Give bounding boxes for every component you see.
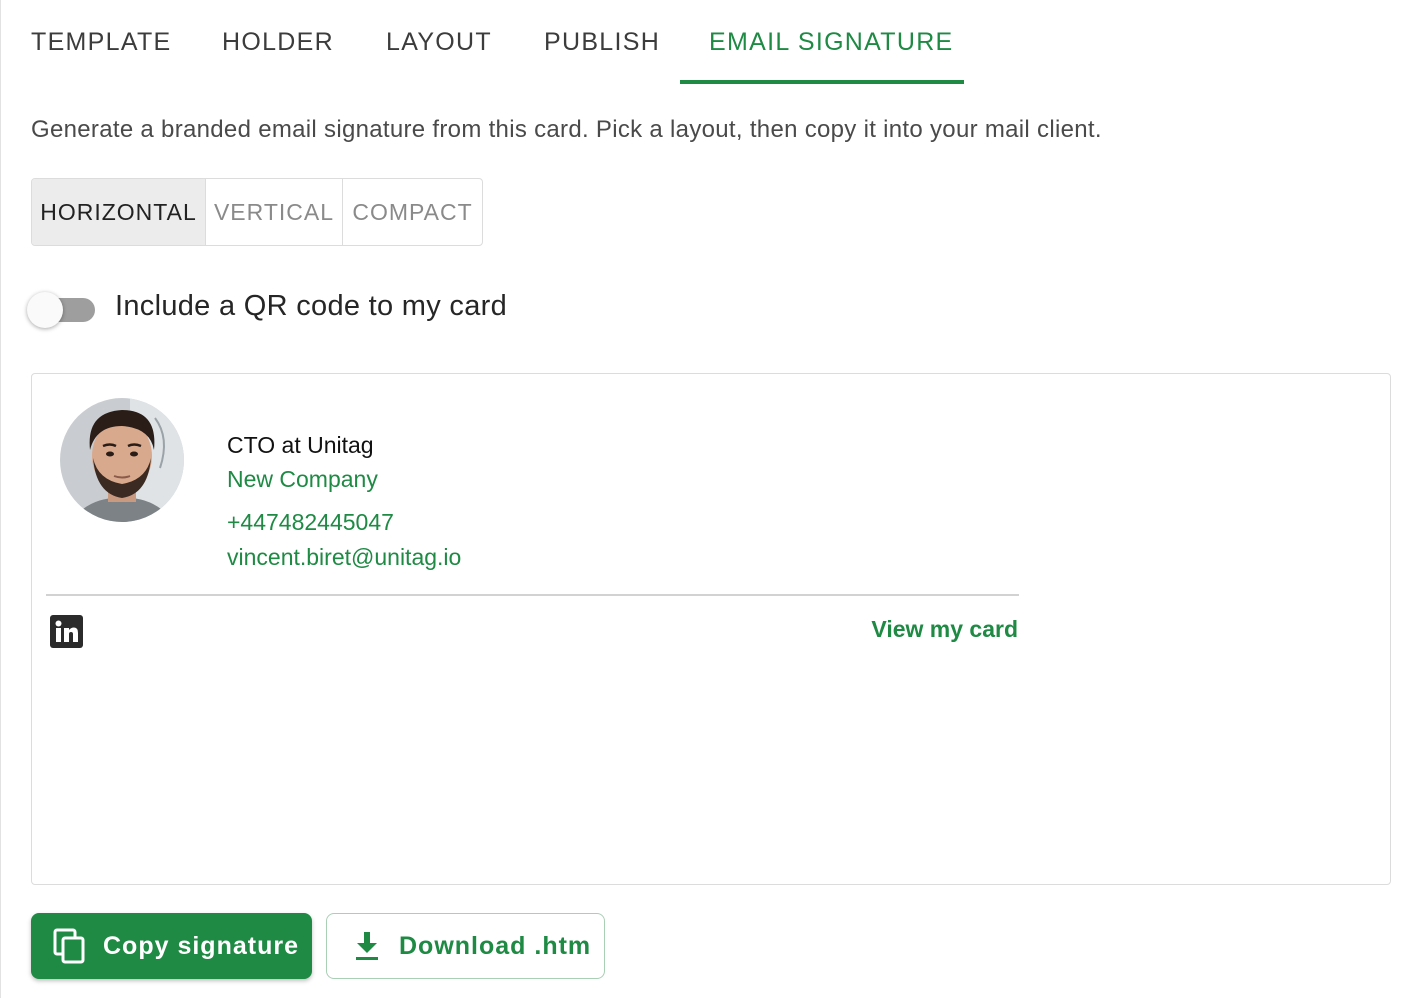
avatar <box>60 398 184 522</box>
toggle-thumb <box>27 292 63 328</box>
tab-template[interactable]: TEMPLATE <box>31 0 172 84</box>
layout-selector: HORIZONTAL VERTICAL COMPACT <box>31 178 483 246</box>
linkedin-icon[interactable] <box>50 615 83 648</box>
active-tab-indicator <box>680 80 964 84</box>
email-signature-panel: TEMPLATE HOLDER LAYOUT PUBLISH EMAIL SIG… <box>0 0 1416 998</box>
signature-preview: CTO at Unitag New Company +447482445047 … <box>31 373 1391 885</box>
copy-signature-button[interactable]: Copy signature <box>31 913 312 979</box>
layout-option-horizontal[interactable]: HORIZONTAL <box>32 179 206 245</box>
layout-option-compact[interactable]: COMPACT <box>343 179 482 245</box>
intro-text: Generate a branded email signature from … <box>31 116 1102 143</box>
layout-option-vertical[interactable]: VERTICAL <box>206 179 343 245</box>
signature-email-link[interactable]: vincent.biret@unitag.io <box>227 544 461 571</box>
view-my-card-link[interactable]: View my card <box>871 616 1018 643</box>
qr-code-toggle[interactable] <box>27 292 97 328</box>
tab-holder[interactable]: HOLDER <box>222 0 334 84</box>
signature-phone-link[interactable]: +447482445047 <box>227 509 394 536</box>
avatar-photo <box>60 398 184 522</box>
download-htm-button[interactable]: Download .htm <box>326 913 605 979</box>
tab-publish[interactable]: PUBLISH <box>544 0 660 84</box>
signature-job-title: CTO at Unitag <box>227 432 374 458</box>
download-htm-label: Download .htm <box>399 931 592 960</box>
qr-code-toggle-label: Include a QR code to my card <box>115 290 508 322</box>
signature-company: New Company <box>227 466 378 492</box>
tab-email-signature[interactable]: EMAIL SIGNATURE <box>709 0 954 84</box>
copy-icon <box>51 926 91 966</box>
signature-divider <box>46 594 1019 596</box>
copy-signature-label: Copy signature <box>103 931 299 960</box>
download-icon <box>351 930 383 962</box>
tab-layout[interactable]: LAYOUT <box>386 0 492 84</box>
